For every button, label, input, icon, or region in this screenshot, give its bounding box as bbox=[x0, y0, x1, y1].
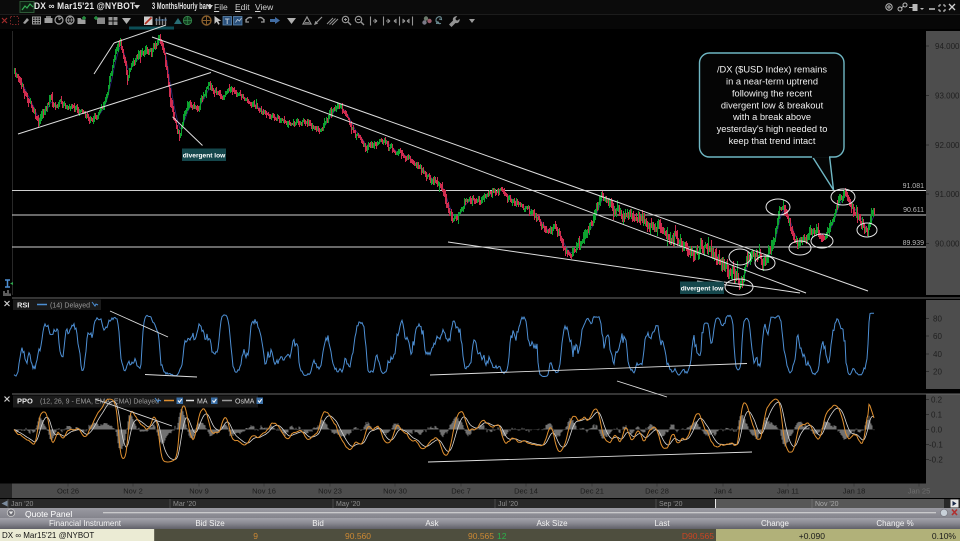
svg-text:Nov 23: Nov 23 bbox=[318, 487, 342, 496]
svg-text:Dec 28: Dec 28 bbox=[645, 487, 669, 496]
svg-text:Mar '20: Mar '20 bbox=[173, 501, 196, 508]
svg-text:91.081: 91.081 bbox=[903, 183, 925, 190]
svg-text:Jul '20: Jul '20 bbox=[498, 501, 518, 508]
svg-text:Jan 18: Jan 18 bbox=[843, 487, 866, 496]
svg-text:60: 60 bbox=[933, 332, 942, 341]
svg-text:94.000: 94.000 bbox=[935, 42, 960, 51]
svg-text:Jan 11: Jan 11 bbox=[777, 487, 799, 496]
svg-text:40: 40 bbox=[933, 350, 942, 359]
svg-text:89.939: 89.939 bbox=[903, 240, 925, 247]
svg-text:following the recent: following the recent bbox=[732, 88, 813, 98]
svg-text:(12, 26, 9 - EMA, EMA, EMA) De: (12, 26, 9 - EMA, EMA, EMA) Delayed bbox=[40, 399, 159, 406]
svg-text:divergent low: divergent low bbox=[183, 153, 226, 160]
svg-text:90.000: 90.000 bbox=[935, 240, 960, 249]
svg-text:/DX ($USD Index) remains: /DX ($USD Index) remains bbox=[717, 64, 827, 74]
svg-text:May '20: May '20 bbox=[336, 501, 360, 508]
svg-text:Nov 30: Nov 30 bbox=[383, 487, 407, 496]
svg-text:-0.2: -0.2 bbox=[929, 456, 943, 465]
svg-text:Dec 21: Dec 21 bbox=[580, 487, 604, 496]
svg-text:20: 20 bbox=[933, 368, 942, 377]
svg-text:93.000: 93.000 bbox=[935, 91, 960, 100]
svg-text:91.000: 91.000 bbox=[935, 190, 960, 199]
svg-text:keep that trend intact: keep that trend intact bbox=[729, 136, 816, 146]
svg-text:(14) Delayed: (14) Delayed bbox=[50, 303, 90, 310]
svg-text:0.1: 0.1 bbox=[931, 411, 943, 420]
svg-text:divergent low: divergent low bbox=[681, 286, 724, 293]
svg-text:Nov 16: Nov 16 bbox=[252, 487, 276, 496]
svg-text:-0.1: -0.1 bbox=[929, 441, 943, 450]
svg-text:in a near-term uptrend: in a near-term uptrend bbox=[726, 76, 818, 86]
svg-text:92.000: 92.000 bbox=[935, 141, 960, 150]
svg-text:Jan 4: Jan 4 bbox=[714, 487, 732, 496]
svg-text:divergent low & breakout: divergent low & breakout bbox=[721, 100, 824, 110]
svg-text:Sep '20: Sep '20 bbox=[659, 501, 683, 508]
svg-text:yesterday's high needed to: yesterday's high needed to bbox=[717, 124, 828, 134]
svg-text:RSI: RSI bbox=[17, 301, 30, 310]
svg-text:Jan 25: Jan 25 bbox=[908, 487, 931, 496]
svg-text:90.611: 90.611 bbox=[903, 207, 924, 214]
svg-text:0.0: 0.0 bbox=[931, 426, 943, 435]
svg-text:Oct 26: Oct 26 bbox=[57, 487, 79, 496]
svg-text:Jan '20: Jan '20 bbox=[11, 501, 33, 508]
svg-text:OsMA: OsMA bbox=[235, 399, 255, 406]
svg-text:PPO: PPO bbox=[17, 397, 33, 406]
svg-text:0.2: 0.2 bbox=[931, 396, 943, 405]
svg-text:Nov 2: Nov 2 bbox=[123, 487, 143, 496]
svg-text:Dec 14: Dec 14 bbox=[514, 487, 538, 496]
svg-text:80: 80 bbox=[933, 315, 942, 324]
svg-text:Nov 9: Nov 9 bbox=[189, 487, 209, 496]
svg-text:with a break above: with a break above bbox=[732, 112, 811, 122]
svg-text:Nov '20: Nov '20 bbox=[815, 501, 839, 508]
svg-text:MA: MA bbox=[197, 399, 208, 406]
svg-text:Dec 7: Dec 7 bbox=[451, 487, 471, 496]
